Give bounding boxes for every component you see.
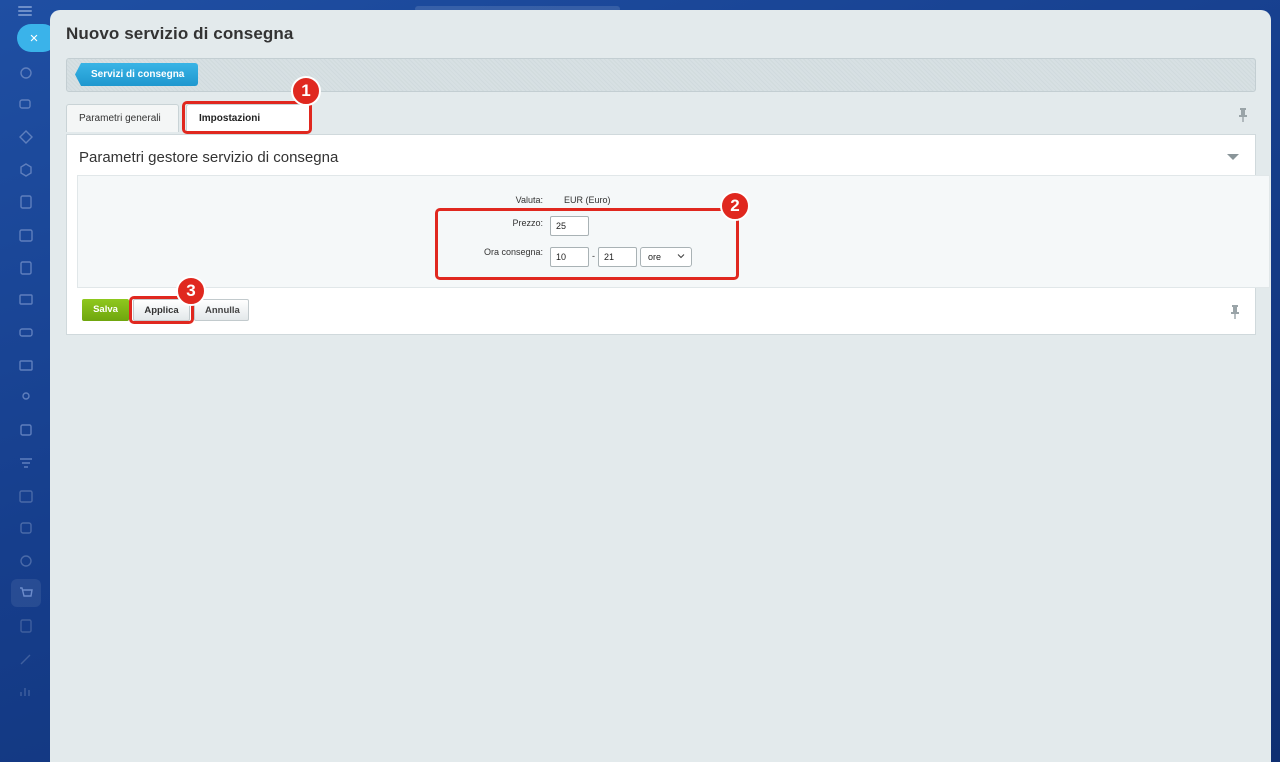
annotation-marker-2: 2 <box>720 191 750 221</box>
sidebar-icon-pen[interactable] <box>17 650 35 668</box>
page-title: Nuovo servizio di consegna <box>66 24 294 43</box>
sidebar-icon-stats[interactable] <box>17 682 35 700</box>
sidebar-icon-cart[interactable] <box>17 584 35 602</box>
annotation-marker-1: 1 <box>291 76 321 106</box>
currency-value: EUR (Euro) <box>564 195 611 205</box>
cancel-button[interactable]: Annulla <box>194 299 249 321</box>
menu-icon[interactable] <box>18 6 32 16</box>
sidebar-icon-mail[interactable] <box>17 356 35 374</box>
annotation-marker-3: 3 <box>176 276 206 306</box>
left-sidebar: × <box>0 0 57 762</box>
sidebar-icon-hexagon[interactable] <box>17 161 35 179</box>
tab-general-parameters[interactable]: Parametri generali <box>66 104 179 132</box>
annotation-highlight-form <box>435 208 739 280</box>
section-title: Parametri gestore servizio di consegna <box>79 149 339 166</box>
sidebar-icon-store[interactable] <box>17 519 35 537</box>
sidebar-icon-document[interactable] <box>17 193 35 211</box>
chevron-down-icon[interactable] <box>1227 154 1239 160</box>
sidebar-icon-contacts[interactable] <box>17 389 35 407</box>
sidebar-icon-calendar[interactable] <box>17 226 35 244</box>
pin-icon[interactable] <box>1238 107 1248 123</box>
sidebar-icon-crm[interactable] <box>17 128 35 146</box>
breadcrumb: Servizi di consegna <box>66 58 1256 92</box>
sidebar-icon-target[interactable] <box>17 552 35 570</box>
sidebar-icon-edit[interactable] <box>17 617 35 635</box>
annotation-highlight-tab <box>182 101 312 134</box>
sidebar-icon-file[interactable] <box>17 259 35 277</box>
sidebar-icon-drive[interactable] <box>17 323 35 341</box>
sidebar-icon-activity[interactable] <box>17 64 35 82</box>
sidebar-icon-monitor[interactable] <box>17 291 35 309</box>
pin-icon[interactable] <box>1230 304 1240 320</box>
sidebar-icon-filter[interactable] <box>17 454 35 472</box>
breadcrumb-back-button[interactable]: Servizi di consegna <box>75 63 199 86</box>
currency-label: Valuta: <box>515 195 543 205</box>
close-icon: × <box>29 29 39 47</box>
sidebar-icon-tasks[interactable] <box>17 421 35 439</box>
save-button[interactable]: Salva <box>82 299 129 321</box>
sidebar-icon-schedule[interactable] <box>17 487 35 505</box>
sidebar-icon-chat[interactable] <box>17 96 35 114</box>
